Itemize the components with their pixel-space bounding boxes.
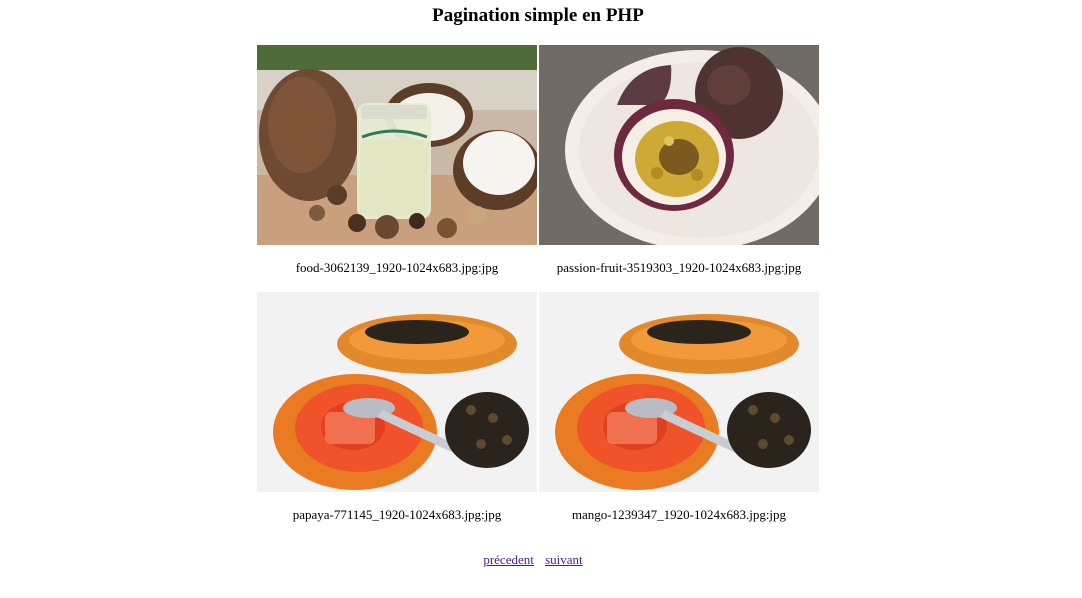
passion-fruit-photo [539, 45, 819, 245]
papaya-photo [539, 292, 819, 492]
gallery-item: food-3062139_1920-1024x683.jpg:jpg [257, 45, 537, 292]
image-caption: papaya-771145_1920-1024x683.jpg:jpg [292, 507, 502, 522]
gallery-item: passion-fruit-3519303_1920-1024x683.jpg:… [539, 45, 819, 292]
next-page-link[interactable]: suivant [545, 552, 583, 567]
papaya-photo [257, 292, 537, 492]
gallery-item: papaya-771145_1920-1024x683.jpg:jpg [257, 292, 537, 539]
gallery-item: mango-1239347_1920-1024x683.jpg:jpg [539, 292, 819, 539]
image-gallery: food-3062139_1920-1024x683.jpg:jpg passi… [257, 45, 819, 539]
coconut-photo [257, 45, 537, 245]
image-caption: passion-fruit-3519303_1920-1024x683.jpg:… [556, 260, 802, 275]
page-title: Pagination simple en PHP [432, 5, 644, 26]
pagination: précedent suivant [0, 552, 1066, 568]
image-caption: food-3062139_1920-1024x683.jpg:jpg [295, 260, 499, 275]
image-caption: mango-1239347_1920-1024x683.jpg:jpg [571, 507, 787, 522]
previous-page-link[interactable]: précedent [483, 552, 534, 567]
